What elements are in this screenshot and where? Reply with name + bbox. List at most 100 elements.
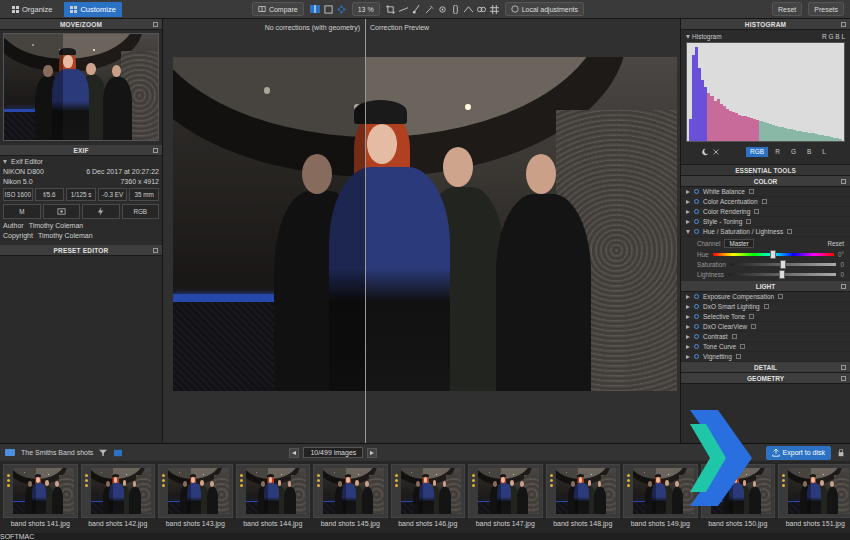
expand-icon[interactable]: [686, 325, 690, 329]
thumbnail[interactable]: band shots 151.jpg: [778, 464, 850, 527]
thumbnail[interactable]: band shots 146.jpg: [391, 464, 466, 527]
slider-reading[interactable]: 0: [840, 271, 844, 278]
panel-menu-icon[interactable]: [153, 248, 158, 253]
expand-icon[interactable]: [686, 335, 690, 339]
expand-icon[interactable]: [686, 230, 690, 234]
slider-track[interactable]: [730, 263, 837, 266]
tool-preset-icon[interactable]: [754, 209, 759, 214]
tool-preset-icon[interactable]: [749, 314, 754, 319]
tool-name[interactable]: Vignetting: [703, 352, 732, 361]
enable-icon[interactable]: [694, 354, 699, 359]
thumbnail-label[interactable]: band shots 149.jpg: [631, 520, 690, 527]
tool-row[interactable]: DxO ClearView: [681, 322, 850, 332]
expand-icon[interactable]: [686, 210, 690, 214]
tool-preset-icon[interactable]: [736, 354, 741, 359]
section-header[interactable]: COLOR: [681, 176, 850, 187]
channel-button[interactable]: B: [803, 147, 815, 157]
watermark-text[interactable]: SOFTMAC: [0, 533, 850, 540]
thumbnail-label[interactable]: band shots 151.jpg: [786, 520, 845, 527]
enable-icon[interactable]: [694, 219, 699, 224]
thumbnail-label[interactable]: band shots 147.jpg: [476, 520, 535, 527]
tool-row[interactable]: Exposure Compensation: [681, 292, 850, 302]
tool-name[interactable]: Tone Curve: [703, 342, 736, 351]
tool-name[interactable]: White Balance: [703, 187, 745, 196]
tool-row[interactable]: Color Rendering: [681, 207, 850, 217]
enable-icon[interactable]: [694, 304, 699, 309]
tool-row[interactable]: Selective Tone: [681, 312, 850, 322]
slider-label[interactable]: Saturation: [697, 261, 726, 268]
exif-editor-row[interactable]: Exif Editor: [3, 158, 159, 165]
tool-name[interactable]: Selective Tone: [703, 312, 745, 321]
expand-icon[interactable]: [686, 220, 690, 224]
enable-icon[interactable]: [694, 344, 699, 349]
slider-label[interactable]: Lightness: [697, 271, 724, 278]
enable-icon[interactable]: [694, 314, 699, 319]
enable-icon[interactable]: [694, 334, 699, 339]
slider-reading[interactable]: 0°: [838, 251, 844, 258]
tool-preset-icon[interactable]: [751, 324, 756, 329]
thumbnail-label[interactable]: band shots 148.jpg: [553, 520, 612, 527]
tool-preset-icon[interactable]: [787, 229, 792, 234]
slider-thumb[interactable]: [770, 250, 776, 259]
field-label[interactable]: Copyright: [3, 232, 33, 239]
enable-icon[interactable]: [694, 209, 699, 214]
previous-button[interactable]: [289, 448, 299, 458]
thumbnail-label[interactable]: band shots 145.jpg: [321, 520, 380, 527]
tool-name[interactable]: DxO ClearView: [703, 322, 747, 331]
tool-name[interactable]: Contrast: [703, 332, 728, 341]
enable-icon[interactable]: [694, 324, 699, 329]
section-menu-icon[interactable]: [841, 376, 846, 381]
before-label[interactable]: No corrections (with geometry): [265, 24, 360, 31]
local-adjustments-button[interactable]: Local adjustments: [505, 2, 584, 16]
tool-name[interactable]: DxO Smart Lighting: [703, 302, 760, 311]
slider-thumb[interactable]: [780, 260, 786, 269]
tool-row[interactable]: DxO Smart Lighting: [681, 302, 850, 312]
slider-thumb[interactable]: [779, 270, 785, 279]
section-header[interactable]: GEOMETRY: [681, 373, 850, 384]
section-menu-icon[interactable]: [841, 365, 846, 370]
presets-button[interactable]: Presets: [808, 2, 844, 16]
tool-preset-icon[interactable]: [732, 334, 737, 339]
thumbnail-label[interactable]: band shots 144.jpg: [243, 520, 302, 527]
channel-button[interactable]: G: [787, 147, 800, 157]
zoom-field[interactable]: 13 %: [352, 2, 380, 16]
thumbnail-label[interactable]: band shots 146.jpg: [398, 520, 457, 527]
field-label[interactable]: Author: [3, 222, 24, 229]
thumbnail-label[interactable]: band shots 141.jpg: [11, 520, 70, 527]
section-menu-icon[interactable]: [841, 179, 846, 184]
enable-icon[interactable]: [694, 229, 699, 234]
next-button[interactable]: [367, 448, 377, 458]
enable-icon[interactable]: [694, 199, 699, 204]
expand-icon[interactable]: [686, 315, 690, 319]
slider-track[interactable]: [728, 273, 837, 276]
tool-preset-icon[interactable]: [740, 344, 745, 349]
mode-tab[interactable]: Organize: [6, 2, 58, 17]
tool-name[interactable]: Color Rendering: [703, 207, 750, 216]
slider-reading[interactable]: 0: [840, 261, 844, 268]
thumbnail[interactable]: band shots 145.jpg: [313, 464, 388, 527]
expand-icon[interactable]: [686, 305, 690, 309]
thumbnail[interactable]: band shots 148.jpg: [546, 464, 621, 527]
panel-menu-icon[interactable]: [841, 22, 846, 27]
split-handle[interactable]: [365, 19, 366, 443]
tool-preset-icon[interactable]: [778, 294, 783, 299]
section-header[interactable]: DETAIL: [681, 362, 850, 373]
channel-button[interactable]: L: [818, 147, 830, 157]
channel-dropdown[interactable]: Master: [724, 239, 753, 248]
thumbnail[interactable]: band shots 143.jpg: [158, 464, 233, 527]
expand-icon[interactable]: [686, 35, 690, 39]
tool-row[interactable]: Contrast: [681, 332, 850, 342]
tool-row[interactable]: Vignetting: [681, 352, 850, 362]
channel-button[interactable]: R: [771, 147, 784, 157]
compare-button[interactable]: Compare: [252, 2, 304, 16]
thumbnail-label[interactable]: band shots 143.jpg: [166, 520, 225, 527]
tool-preset-icon[interactable]: [764, 304, 769, 309]
tool-row[interactable]: White Balance: [681, 187, 850, 197]
after-label[interactable]: Correction Preview: [370, 24, 429, 31]
tool-name[interactable]: Color Accentuation: [703, 197, 758, 206]
reset-button[interactable]: Reset: [772, 2, 802, 16]
channel-button[interactable]: RGB: [746, 147, 768, 157]
thumbnail[interactable]: band shots 149.jpg: [623, 464, 698, 527]
tool-preset-icon[interactable]: [749, 189, 754, 194]
thumbnail[interactable]: band shots 144.jpg: [236, 464, 311, 527]
